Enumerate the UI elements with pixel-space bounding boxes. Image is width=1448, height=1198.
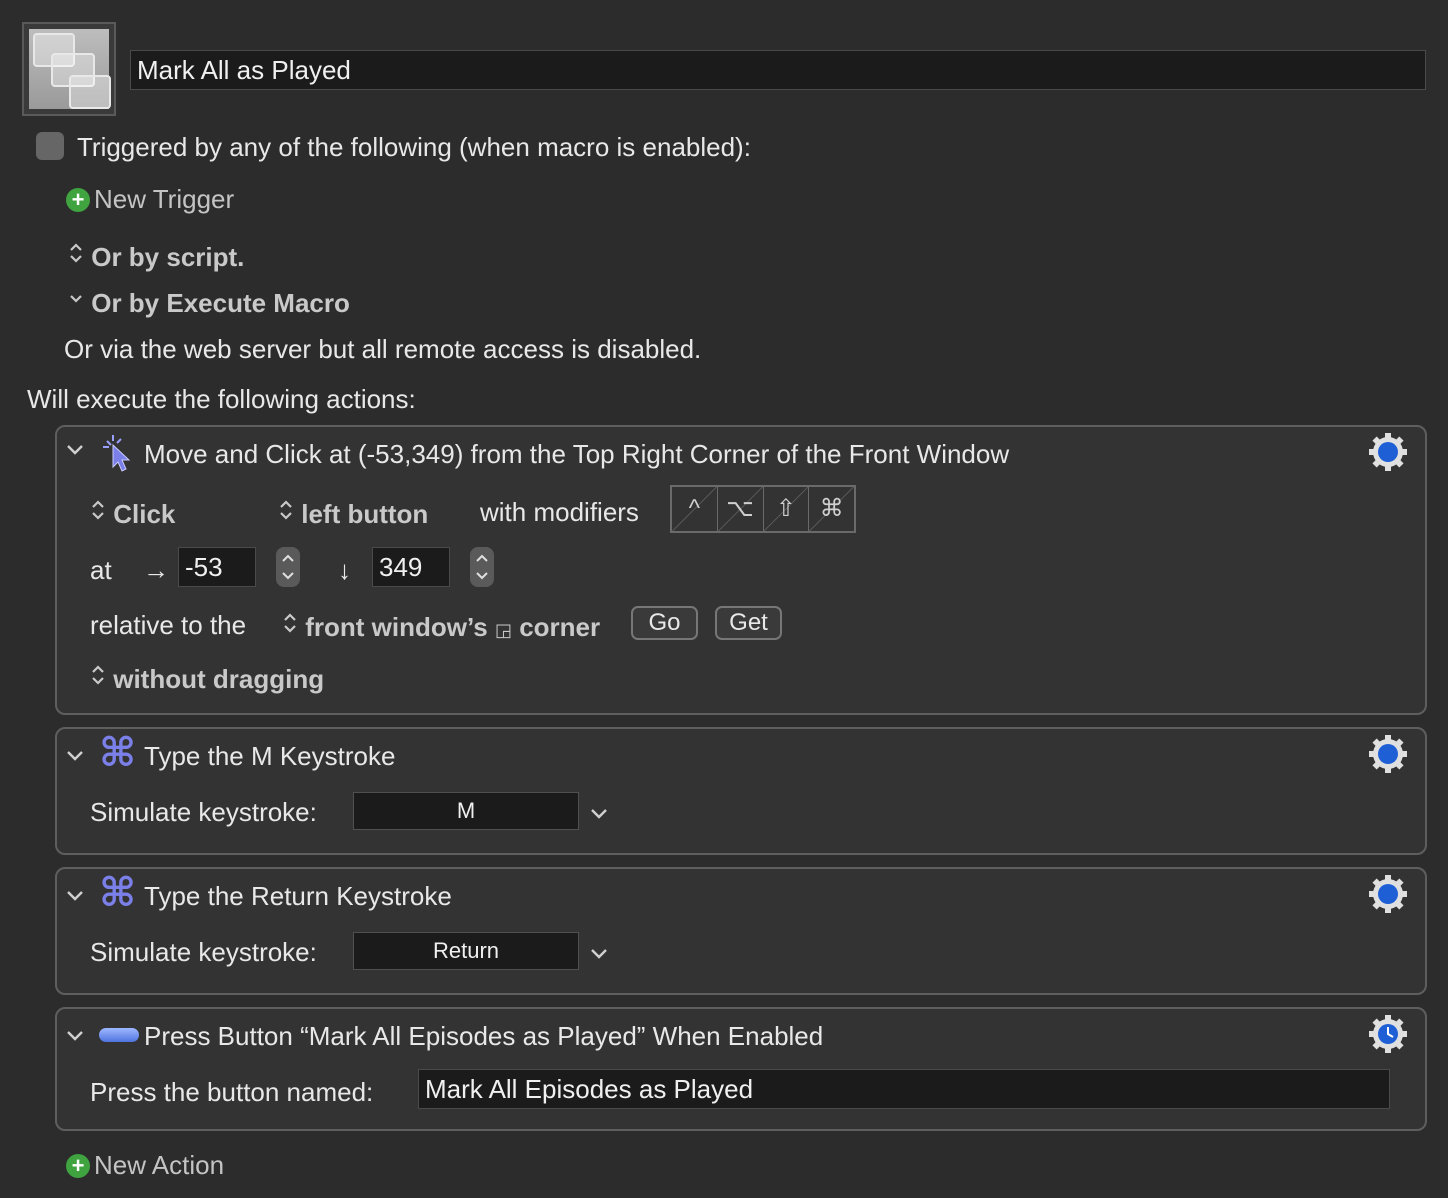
option-modifier-key[interactable]: ⌥ — [717, 487, 764, 531]
macro-name-field[interactable]: Mark All as Played — [130, 50, 1426, 90]
or-by-execute-row[interactable]: Or by Execute Macro — [68, 286, 350, 319]
mouse-button-label: left button — [301, 499, 429, 529]
updown-chevron-icon — [90, 662, 106, 694]
collapse-chevron-icon[interactable] — [65, 745, 85, 771]
keystroke-dropdown-chevron-icon[interactable] — [589, 799, 609, 830]
command-modifier-key[interactable]: ⌘ — [809, 487, 854, 531]
macro-icon[interactable] — [22, 22, 116, 116]
modifiers-label: with modifiers — [480, 497, 639, 527]
modifier-keys-group[interactable]: ^ ⌥ ⇧ ⌘ — [670, 485, 856, 533]
action-press-button[interactable]: Press Button “Mark All Episodes as Playe… — [55, 1007, 1427, 1131]
action-move-and-click[interactable]: Move and Click at (-53,349) from the Top… — [55, 425, 1427, 715]
command-icon: ⌘ — [99, 871, 137, 915]
corner-icon: ◲ — [494, 620, 512, 640]
shift-modifier-key[interactable]: ⇧ — [763, 487, 810, 531]
trigger-header: Triggered by any of the following (when … — [77, 132, 751, 162]
go-button[interactable]: Go — [631, 606, 698, 640]
macro-icon-image — [29, 29, 111, 109]
gear-icon[interactable] — [1369, 433, 1407, 471]
drag-label: without dragging — [113, 664, 325, 694]
action-type-m-keystroke[interactable]: ⌘ Type the M Keystroke Simulate keystrok… — [55, 727, 1427, 855]
x-coordinate-field[interactable]: -53 — [178, 547, 256, 587]
chevron-down-icon — [68, 286, 84, 318]
relative-target-label: front window’s — [305, 612, 488, 642]
action-title: Type the M Keystroke — [144, 741, 396, 771]
relative-target-popup[interactable]: front window’s ◲ corner — [282, 610, 600, 643]
new-action-plus-icon[interactable]: + — [66, 1154, 90, 1178]
or-by-execute-label: Or by Execute Macro — [91, 288, 350, 318]
simulate-keystroke-label: Simulate keystroke: — [90, 797, 317, 827]
keystroke-field[interactable]: M — [353, 792, 579, 830]
collapse-chevron-icon[interactable] — [65, 885, 85, 911]
gear-icon[interactable] — [1369, 735, 1407, 773]
new-trigger-button[interactable]: New Trigger — [94, 184, 234, 215]
action-title: Move and Click at (-53,349) from the Top… — [144, 439, 1010, 469]
get-button[interactable]: Get — [715, 606, 782, 640]
gear-icon[interactable] — [1369, 875, 1407, 913]
mouse-click-icon — [99, 433, 133, 473]
click-type-label: Click — [113, 499, 176, 529]
updown-chevron-icon — [278, 497, 294, 529]
new-trigger-plus-icon[interactable]: + — [66, 188, 90, 212]
button-icon — [99, 1028, 139, 1042]
y-coordinate-stepper[interactable] — [470, 547, 494, 587]
right-arrow-icon: → — [143, 555, 169, 585]
or-by-script-label: Or by script. — [91, 242, 245, 272]
simulate-keystroke-label: Simulate keystroke: — [90, 937, 317, 967]
button-name-field[interactable]: Mark All Episodes as Played — [418, 1069, 1390, 1109]
collapse-chevron-icon[interactable] — [65, 439, 85, 465]
action-type-return-keystroke[interactable]: ⌘ Type the Return Keystroke Simulate key… — [55, 867, 1427, 995]
control-modifier-key[interactable]: ^ — [672, 487, 718, 531]
action-title: Press Button “Mark All Episodes as Playe… — [144, 1021, 824, 1051]
drag-popup[interactable]: without dragging — [90, 662, 324, 695]
actions-header: Will execute the following actions: — [27, 384, 416, 414]
x-coordinate-stepper[interactable] — [276, 547, 300, 587]
down-arrow-icon: ↓ — [338, 555, 351, 585]
relative-label: relative to the — [90, 610, 247, 640]
collapse-chevron-icon[interactable] — [65, 1025, 85, 1051]
gear-clock-icon[interactable] — [1369, 1015, 1407, 1053]
updown-chevron-icon — [90, 497, 106, 529]
updown-chevron-icon — [282, 610, 298, 642]
mouse-button-popup[interactable]: left button — [278, 497, 428, 530]
keystroke-field[interactable]: Return — [353, 932, 579, 970]
corner-label: corner — [519, 612, 601, 642]
command-icon: ⌘ — [99, 731, 137, 775]
action-title: Type the Return Keystroke — [144, 881, 452, 911]
web-server-text: Or via the web server but all remote acc… — [64, 334, 702, 364]
click-type-popup[interactable]: Click — [90, 497, 175, 530]
updown-chevron-icon — [68, 240, 84, 272]
press-button-label: Press the button named: — [90, 1077, 374, 1107]
at-label: at — [90, 555, 112, 585]
keystroke-dropdown-chevron-icon[interactable] — [589, 939, 609, 970]
y-coordinate-field[interactable]: 349 — [372, 547, 450, 587]
new-action-button[interactable]: New Action — [94, 1150, 224, 1181]
or-by-script-row[interactable]: Or by script. — [68, 240, 244, 273]
trigger-enable-checkbox[interactable] — [36, 132, 64, 160]
